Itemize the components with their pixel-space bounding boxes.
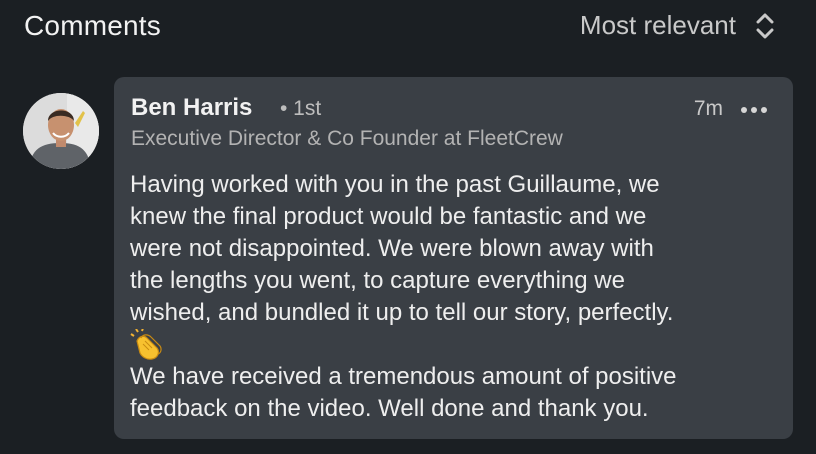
clapping-hands-icon <box>130 329 162 360</box>
comments-header: Comments Most relevant <box>0 0 816 60</box>
author-headline: Executive Director & Co Founder at Fleet… <box>131 127 563 150</box>
comment-line: the lengths you went, to capture everyth… <box>130 267 625 294</box>
comment-line: were not disappointed. We were blown awa… <box>130 235 654 262</box>
sort-label: Most relevant <box>579 10 736 40</box>
author-name[interactable]: Ben Harris <box>131 94 252 122</box>
comment-line: We have received a tremendous amount of … <box>130 363 677 390</box>
avatar[interactable] <box>23 93 99 169</box>
ellipsis-icon[interactable] <box>737 97 771 123</box>
comment-line: wished, and bundled it up to tell our st… <box>130 299 674 326</box>
connection-degree: • 1st <box>280 97 322 120</box>
comment-line: feedback on the video. Well done and tha… <box>130 395 649 422</box>
comment-line: knew the final product would be fantasti… <box>130 203 647 230</box>
comments-title: Comments <box>24 10 161 41</box>
comment-body: Having worked with you in the past Guill… <box>130 169 785 425</box>
sort-dropdown[interactable]: Most relevant <box>580 10 776 41</box>
divider <box>0 448 816 454</box>
comment-card: Ben Harris • 1st 7m Executive Director &… <box>114 77 793 439</box>
comment-line: Having worked with you in the past Guill… <box>130 171 660 198</box>
comment-timestamp: 7m <box>693 97 723 120</box>
chevron-up-down-icon <box>756 13 774 38</box>
avatar-photo <box>23 93 99 169</box>
comment-emoji-line <box>130 329 785 361</box>
